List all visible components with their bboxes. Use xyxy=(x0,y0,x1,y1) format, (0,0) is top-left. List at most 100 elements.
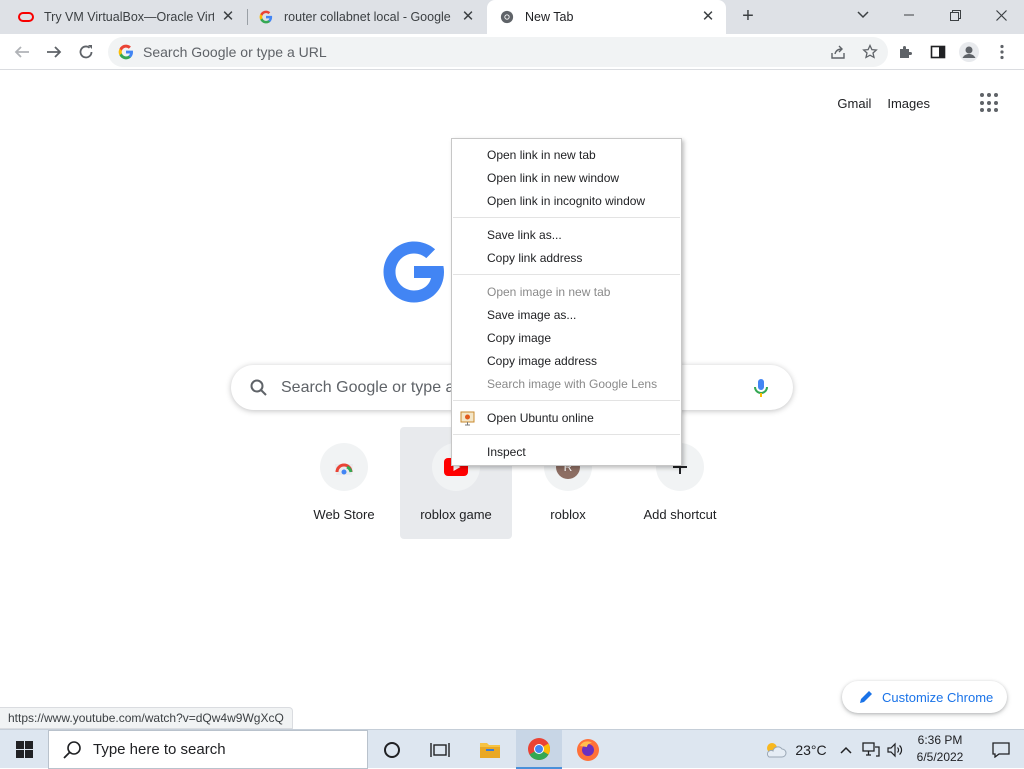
images-link[interactable]: Images xyxy=(887,96,930,111)
shortcut-label: Web Store xyxy=(313,507,375,522)
google-icon xyxy=(118,44,133,60)
extensions-button[interactable] xyxy=(892,38,920,66)
tab-new-tab[interactable]: New Tab ✕ xyxy=(487,0,726,34)
customize-label: Customize Chrome xyxy=(882,689,994,705)
menu-item-save-link-as[interactable]: Save link as... xyxy=(452,224,681,247)
shortcut-icon-circle xyxy=(320,443,368,491)
show-hidden-icons-button[interactable] xyxy=(836,730,856,769)
clock-date: 6/5/2022 xyxy=(916,750,964,764)
close-tab-icon[interactable]: ✕ xyxy=(700,9,716,25)
chrome-icon xyxy=(499,9,515,25)
cortana-button[interactable] xyxy=(370,730,414,769)
menu-item-copy-image-address[interactable]: Copy image address xyxy=(452,350,681,373)
star-icon xyxy=(862,44,878,59)
bookmark-button[interactable] xyxy=(856,38,884,66)
menu-button[interactable] xyxy=(988,38,1016,66)
chevron-down-icon xyxy=(857,11,869,19)
tab-virtualbox[interactable]: Try VM VirtualBox—Oracle Virtua ✕ xyxy=(0,0,246,34)
minimize-icon xyxy=(904,14,914,16)
back-arrow-icon xyxy=(14,46,29,58)
top-links: Gmail Images xyxy=(837,94,930,112)
kebab-menu-icon xyxy=(1000,44,1004,60)
taskbar-chrome[interactable] xyxy=(516,730,562,769)
menu-item-open-link-incognito[interactable]: Open link in incognito window xyxy=(452,190,681,213)
windows-logo-icon xyxy=(15,741,33,758)
new-tab-button[interactable]: + xyxy=(737,5,759,27)
search-icon xyxy=(63,740,81,759)
cortana-icon xyxy=(384,741,400,758)
network-button[interactable] xyxy=(858,730,884,769)
forward-button[interactable] xyxy=(40,38,68,66)
close-tab-icon[interactable]: ✕ xyxy=(220,9,236,25)
tab-title: router collabnet local - Google Se xyxy=(284,10,454,24)
system-clock[interactable]: 6:36 PM 6/5/2022 xyxy=(905,732,975,768)
taskbar-search-placeholder: Type here to search xyxy=(93,741,226,758)
start-button[interactable] xyxy=(0,730,48,769)
menu-item-copy-image[interactable]: Copy image xyxy=(452,327,681,350)
clock-time: 6:36 PM xyxy=(917,733,963,747)
share-icon xyxy=(831,45,845,59)
link-status-bar: https://www.youtube.com/watch?v=dQw4w9Wg… xyxy=(0,707,293,729)
minimize-button[interactable] xyxy=(886,0,932,30)
taskbar-search-box[interactable]: Type here to search xyxy=(48,730,368,769)
browser-toolbar: Search Google or type a URL xyxy=(0,34,1024,70)
tab-search-button[interactable] xyxy=(840,0,886,30)
shortcut-label: roblox xyxy=(550,507,586,522)
task-view-icon xyxy=(430,742,450,757)
forward-arrow-icon xyxy=(47,46,62,58)
close-window-button[interactable] xyxy=(978,0,1024,30)
chrome-web-store-icon xyxy=(335,463,353,475)
chevron-up-icon xyxy=(840,746,852,754)
restore-button[interactable] xyxy=(932,0,978,30)
gmail-link[interactable]: Gmail xyxy=(837,96,871,111)
menu-item-inspect[interactable]: Inspect xyxy=(452,441,681,464)
network-icon xyxy=(862,741,880,757)
tab-title: New Tab xyxy=(525,10,574,24)
address-bar-placeholder: Search Google or type a URL xyxy=(143,44,327,60)
address-bar[interactable]: Search Google or type a URL xyxy=(108,37,888,67)
volume-button[interactable] xyxy=(884,730,906,769)
microphone-icon[interactable] xyxy=(749,376,773,400)
chrome-icon xyxy=(528,737,550,760)
menu-item-open-link-new-tab[interactable]: Open link in new tab xyxy=(452,144,681,167)
puzzle-icon xyxy=(900,46,912,58)
weather-widget[interactable]: 23°C xyxy=(760,730,830,769)
task-view-button[interactable] xyxy=(418,730,462,769)
taskbar-firefox[interactable] xyxy=(565,730,611,769)
side-panel-button[interactable] xyxy=(924,38,952,66)
menu-item-search-google-lens: Search image with Google Lens xyxy=(487,377,658,391)
notification-icon xyxy=(992,741,1010,758)
customize-chrome-button[interactable]: Customize Chrome xyxy=(842,681,1007,713)
notifications-button[interactable] xyxy=(978,730,1024,769)
menu-item-open-image-new-tab: Open image in new tab xyxy=(487,285,611,299)
menu-item-label: Open Ubuntu online xyxy=(487,411,594,425)
taskbar-file-explorer[interactable] xyxy=(467,730,513,769)
share-button[interactable] xyxy=(824,38,852,66)
menu-item-open-link-new-window[interactable]: Open link in new window xyxy=(452,167,681,190)
menu-separator xyxy=(453,434,680,435)
profile-button[interactable] xyxy=(955,38,983,66)
reload-icon xyxy=(79,45,93,59)
google-logo xyxy=(383,241,444,303)
partly-cloudy-icon xyxy=(767,742,787,757)
menu-item-open-ubuntu-online[interactable]: Open Ubuntu online xyxy=(452,407,681,430)
tab-title: Try VM VirtualBox—Oracle Virtua xyxy=(44,10,214,24)
weather-temperature: 23°C xyxy=(795,741,827,758)
oracle-icon xyxy=(18,9,34,25)
tab-strip: Try VM VirtualBox—Oracle Virtua ✕ router… xyxy=(0,0,1024,34)
back-button[interactable] xyxy=(8,38,36,66)
menu-separator xyxy=(453,400,680,401)
pencil-icon xyxy=(860,691,872,703)
google-apps-icon[interactable] xyxy=(980,93,1000,113)
context-menu: Open link in new tab Open link in new wi… xyxy=(451,138,682,466)
reload-button[interactable] xyxy=(72,38,100,66)
menu-item-save-image-as[interactable]: Save image as... xyxy=(452,304,681,327)
shortcut-label: Add shortcut xyxy=(643,507,717,522)
folder-icon xyxy=(480,742,500,758)
menu-item-copy-link-address[interactable]: Copy link address xyxy=(452,247,681,270)
close-tab-icon[interactable]: ✕ xyxy=(460,9,476,25)
shortcut-web-store[interactable]: Web Store xyxy=(288,427,400,539)
shortcut-label: roblox game xyxy=(420,507,492,522)
windows-taskbar: Type here to search 23°C 6:36 PM 6/5/202… xyxy=(0,729,1024,769)
tab-google-search[interactable]: router collabnet local - Google Se ✕ xyxy=(248,0,486,34)
